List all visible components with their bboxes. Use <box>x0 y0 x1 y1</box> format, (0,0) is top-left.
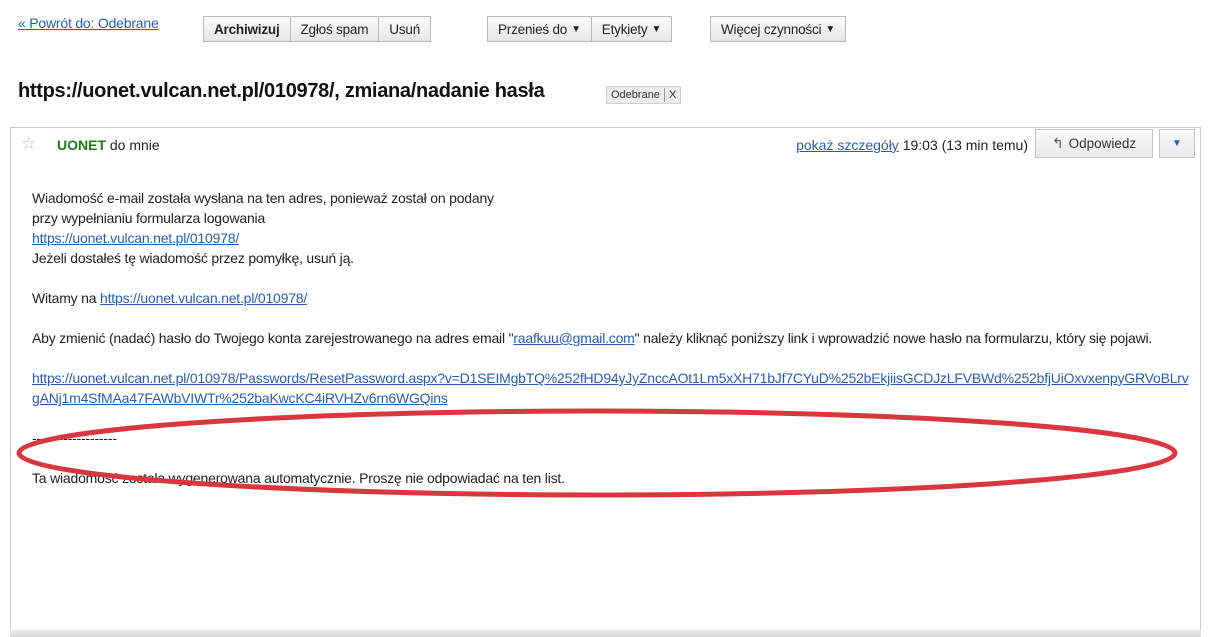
footer-note: Ta wiadomość została wygenerowana automa… <box>32 470 565 486</box>
separator-line: ------------------- <box>32 430 117 446</box>
message-card-bottom <box>10 630 1201 637</box>
reply-label: Odpowiedz <box>1068 136 1137 151</box>
chevron-down-icon: ▼ <box>651 23 662 35</box>
instruction-paragraph: Aby zmienić (nadać) hasło do Twojego kon… <box>32 328 1192 348</box>
message-card: ☆ UONET do mnie pokaż szczegóły 19:03 (1… <box>10 127 1201 637</box>
recipient-text: do mnie <box>109 137 160 153</box>
archive-button[interactable]: Archiwizuj <box>203 16 291 42</box>
show-details-link[interactable]: pokaż szczegóły <box>796 137 899 153</box>
organize-button-group: Przenieś do ▼ Etykiety ▼ <box>487 16 673 42</box>
star-icon[interactable]: ☆ <box>21 135 39 153</box>
chevron-down-icon: ▼ <box>571 23 581 35</box>
site-link[interactable]: https://uonet.vulcan.net.pl/010978/ <box>32 230 239 246</box>
more-actions-button[interactable]: Więcej czynności ▼ <box>710 16 847 42</box>
reset-password-link[interactable]: https://uonet.vulcan.net.pl/010978/Passw… <box>32 370 1189 406</box>
inbox-label-chip: Odebrane X <box>606 86 682 104</box>
reply-arrow-icon: ↰ <box>1051 135 1064 151</box>
instruction-text: Aby zmienić (nadać) hasło do Twojego kon… <box>32 330 514 346</box>
instruction-text-end: " należy kliknąć poniższy link i wprowad… <box>634 330 1153 346</box>
more-actions-label: Więcej czynności <box>721 21 822 37</box>
delete-button[interactable]: Usuń <box>379 16 432 42</box>
welcome-line: Witamy na https://uonet.vulcan.net.pl/01… <box>32 288 1192 308</box>
labels-label: Etykiety <box>601 21 648 37</box>
email-subject: https://uonet.vulcan.net.pl/010978/, zmi… <box>18 80 545 102</box>
body-line: Jeżeli dostałeś tę wiadomość przez pomył… <box>32 250 354 266</box>
email-address-link[interactable]: raafkuu@gmail.com <box>513 330 635 346</box>
sender-name: UONET <box>57 137 106 153</box>
message-body: Wiadomość e-mail została wysłana na ten … <box>32 188 1192 488</box>
label-name: Odebrane <box>611 89 660 101</box>
message-meta: pokaż szczegóły 19:03 (13 min temu) <box>796 137 1028 153</box>
remove-label-button[interactable]: X <box>663 88 676 102</box>
sender-line: UONET do mnie <box>57 137 160 153</box>
body-line: przy wypełnianiu formularza logowania <box>32 210 266 226</box>
action-button-group: Archiwizuj Zgłoś spam Usuń <box>203 16 432 42</box>
move-to-label: Przenieś do <box>498 21 568 37</box>
welcome-text: Witamy na <box>32 290 101 306</box>
chevron-down-icon: ▼ <box>825 23 836 35</box>
more-actions-group: Więcej czynności ▼ <box>710 16 847 42</box>
move-to-button[interactable]: Przenieś do ▼ <box>487 16 592 42</box>
chevron-down-icon: ▼ <box>1172 138 1182 149</box>
labels-button[interactable]: Etykiety ▼ <box>591 16 673 42</box>
welcome-site-link[interactable]: https://uonet.vulcan.net.pl/010978/ <box>100 290 307 306</box>
back-to-inbox-link[interactable]: « Powrót do: Odebrane <box>18 15 159 31</box>
toolbar: « Powrót do: Odebrane Archiwizuj Zgłoś s… <box>0 0 1213 60</box>
body-line: Wiadomość e-mail została wysłana na ten … <box>32 190 494 206</box>
reply-button[interactable]: ↰ Odpowiedz <box>1035 129 1153 158</box>
message-menu-button[interactable]: ▼ <box>1159 129 1195 158</box>
report-spam-button[interactable]: Zgłoś spam <box>290 16 380 42</box>
message-time: 19:03 (13 min temu) <box>902 137 1028 153</box>
